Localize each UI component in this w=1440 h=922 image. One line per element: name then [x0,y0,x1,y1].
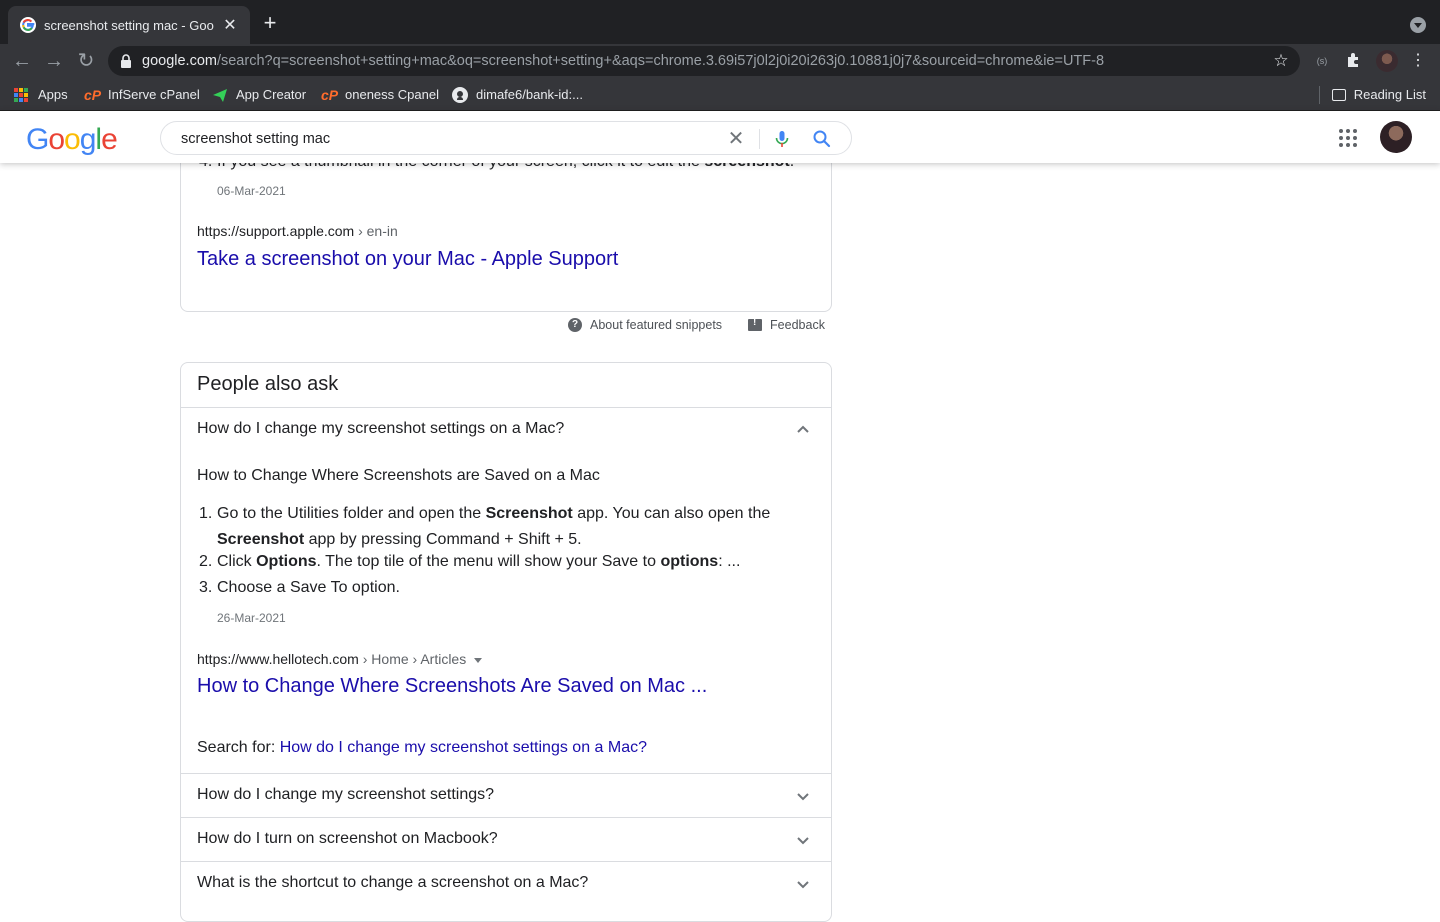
answer-heading: How to Change Where Screenshots are Save… [197,467,600,484]
forward-button[interactable]: → [43,50,65,72]
bookmark-star-icon[interactable]: ☆ [1272,52,1290,70]
google-favicon-icon [20,17,36,33]
address-bar[interactable]: google.com/search?q=screenshot+setting+m… [108,46,1300,76]
help-icon: ? [568,318,582,332]
feedback-link[interactable]: Feedback [770,318,825,332]
divider [1318,85,1320,104]
reading-list-label: Reading List [1353,87,1426,102]
google-apps-icon[interactable] [1339,129,1357,147]
snippet-footer: ? About featured snippets Feedback [568,315,825,335]
search-input[interactable] [181,128,701,150]
search-results: 4. If you see a thumbnail in the corner … [0,143,1440,922]
bookmark-label: Apps [38,87,68,102]
lock-icon [121,54,131,68]
url-domain: google.com [142,53,217,69]
bookmark-label: oneness Cpanel [345,87,439,102]
paa-question-text: What is the shortcut to change a screens… [197,874,589,891]
paa-question-text: How do I change my screenshot settings o… [197,420,565,437]
tab-close-icon[interactable]: ✕ [222,15,238,35]
featured-snippet: 4. If you see a thumbnail in the corner … [180,143,832,312]
profile-avatar[interactable] [1376,50,1398,72]
bookmark-label: dimafe6/bank-id:... [476,87,583,102]
about-featured-snippets-link[interactable]: About featured snippets [590,318,722,332]
extension-icon[interactable]: (s) [1312,51,1332,71]
browser-tab-active[interactable]: screenshot setting mac - Google Search ✕ [8,6,250,44]
chevron-up-icon [797,425,809,433]
bookmark-apps[interactable]: Apps [14,86,68,103]
bookmark-app-creator[interactable]: App Creator [212,86,306,103]
google-header: Google ✕ [0,111,1440,163]
result-cite: https://www.hellotech.com › Home › Artic… [197,651,483,667]
bookmark-infserve-cpanel[interactable]: cP InfServe cPanel [84,86,200,103]
bookmark-oneness-cpanel[interactable]: cP oneness Cpanel [321,86,439,103]
google-account-avatar[interactable] [1380,121,1412,153]
bookmark-label: App Creator [236,87,307,102]
bookmark-label: InfServe cPanel [108,87,200,102]
extensions-puzzle-icon[interactable] [1344,51,1364,71]
reading-list-icon [1331,88,1346,101]
apps-grid-icon [14,87,28,102]
browser-toolbar: ← → ↻ google.com/search?q=screenshot+set… [0,44,1440,78]
cite-dropdown-icon[interactable] [474,657,483,663]
chevron-down-icon [797,881,809,889]
paa-question[interactable]: What is the shortcut to change a screens… [181,861,831,905]
github-icon [452,86,468,103]
search-for-line: Search for: How do I change my screensho… [197,739,648,756]
search-icon[interactable] [812,129,832,149]
bookmarks-bar: Apps cP InfServe cPanel App Creator cP o… [0,78,1440,111]
people-also-ask: People also ask How do I change my scree… [180,362,832,922]
snippet-date: 06-Mar-2021 [217,184,286,198]
tab-search-icon[interactable] [1410,17,1426,33]
search-for-link[interactable]: How do I change my screenshot settings o… [280,739,647,756]
paa-question-text: How do I turn on screenshot on Macbook? [197,830,498,847]
paa-question-text: How do I change my screenshot settings? [197,786,495,803]
url-path: /search?q=screenshot+setting+mac&oq=scre… [216,53,1105,69]
divider [759,129,760,149]
reload-button[interactable]: ↻ [75,50,97,72]
answer-date: 26-Mar-2021 [217,611,286,625]
back-button[interactable]: ← [11,50,33,72]
chevron-down-icon [797,837,809,845]
result-cite: https://support.apple.com › en-in [197,223,398,239]
paa-question-expanded[interactable]: How do I change my screenshot settings o… [181,407,831,451]
bookmark-github[interactable]: dimafe6/bank-id:... [452,86,583,103]
new-tab-button[interactable]: + [258,12,282,36]
google-logo[interactable]: Google [26,123,118,157]
microphone-icon[interactable] [772,129,792,149]
search-box: ✕ [160,121,852,155]
tab-title: screenshot setting mac - Google Search [44,17,214,33]
tab-strip: screenshot setting mac - Google Search ✕… [0,0,1440,44]
answer-step-3: 3. Choose a Save To option. [199,579,400,596]
clear-search-icon[interactable]: ✕ [725,128,747,150]
feedback-icon [748,317,763,331]
paper-plane-icon [213,88,227,102]
paa-heading: People also ask [197,373,339,395]
reading-list-button[interactable]: Reading List [1318,85,1426,104]
answer-result-title-link[interactable]: How to Change Where Screenshots Are Save… [197,675,707,698]
cpanel-icon: cP [321,86,339,103]
chrome-menu-icon[interactable]: ⋮ [1408,51,1428,71]
cpanel-icon: cP [84,86,102,103]
result-title-link[interactable]: Take a screenshot on your Mac - Apple Su… [197,248,618,271]
answer-step-2: 2. Click Options. The top tile of the me… [199,553,741,570]
answer-step-1: 1. Go to the Utilities folder and open t… [199,505,771,548]
chevron-down-icon [797,793,809,801]
paa-question[interactable]: How do I turn on screenshot on Macbook? [181,817,831,861]
url-text: google.com/search?q=screenshot+setting+m… [142,53,1300,69]
paa-question[interactable]: How do I change my screenshot settings? [181,773,831,817]
